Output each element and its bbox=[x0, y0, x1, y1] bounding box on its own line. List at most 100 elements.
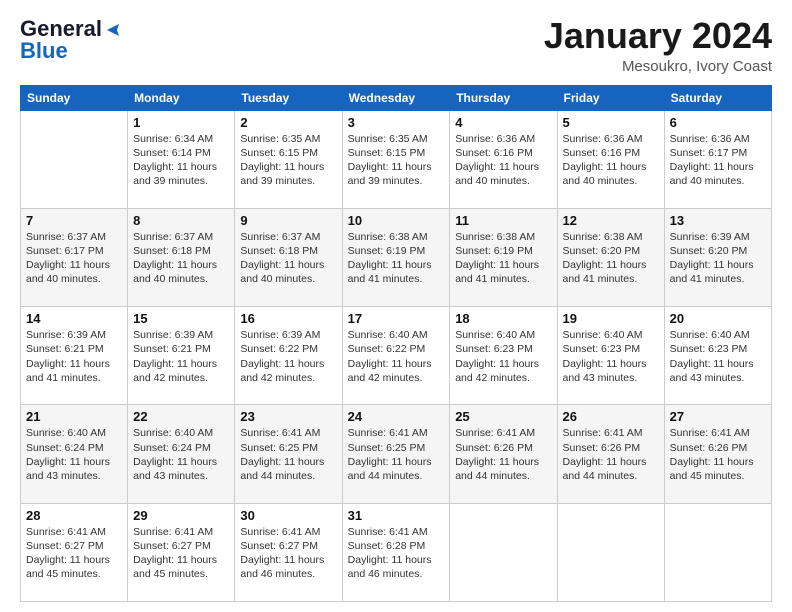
day-info: Sunrise: 6:39 AM Sunset: 6:22 PM Dayligh… bbox=[240, 328, 336, 385]
col-tuesday: Tuesday bbox=[235, 85, 342, 110]
day-number: 21 bbox=[26, 409, 122, 424]
table-row: 6Sunrise: 6:36 AM Sunset: 6:17 PM Daylig… bbox=[664, 110, 771, 208]
day-info: Sunrise: 6:38 AM Sunset: 6:20 PM Dayligh… bbox=[563, 230, 659, 287]
day-number: 27 bbox=[670, 409, 766, 424]
day-number: 16 bbox=[240, 311, 336, 326]
day-number: 2 bbox=[240, 115, 336, 130]
day-number: 11 bbox=[455, 213, 551, 228]
day-info: Sunrise: 6:37 AM Sunset: 6:18 PM Dayligh… bbox=[133, 230, 229, 287]
day-info: Sunrise: 6:40 AM Sunset: 6:23 PM Dayligh… bbox=[563, 328, 659, 385]
table-row: 30 Sunrise: 6:41 AM Sunset: 6:27 PM Dayli… bbox=[235, 503, 342, 601]
day-number: 15 bbox=[133, 311, 229, 326]
calendar-week-row: 14 Sunrise: 6:39 AM Sunset: 6:21 PM Dayli… bbox=[21, 307, 772, 405]
day-info: Sunrise: 6:41 AM Sunset: 6:27 PM Dayligh… bbox=[133, 525, 229, 582]
day-number: 22 bbox=[133, 409, 229, 424]
calendar-header-row: Sunday Monday Tuesday Wednesday Thursday… bbox=[21, 85, 772, 110]
day-info: Sunrise: 6:41 AM Sunset: 6:27 PM Dayligh… bbox=[240, 525, 336, 582]
table-row bbox=[450, 503, 557, 601]
day-info: Sunrise: 6:40 AM Sunset: 6:22 PM Dayligh… bbox=[348, 328, 445, 385]
day-number: 3 bbox=[348, 115, 445, 130]
table-row: 27Sunrise: 6:41 AM Sunset: 6:26 PM Dayli… bbox=[664, 405, 771, 503]
day-number: 17 bbox=[348, 311, 445, 326]
table-row: 22 Sunrise: 6:40 AM Sunset: 6:24 PM Dayli… bbox=[128, 405, 235, 503]
calendar-week-row: 21 Sunrise: 6:40 AM Sunset: 6:24 PM Dayli… bbox=[21, 405, 772, 503]
day-number: 12 bbox=[563, 213, 659, 228]
day-info: Sunrise: 6:40 AM Sunset: 6:24 PM Dayligh… bbox=[133, 426, 229, 483]
title-area: January 2024 Mesoukro, Ivory Coast bbox=[544, 16, 772, 75]
table-row: 29 Sunrise: 6:41 AM Sunset: 6:27 PM Dayli… bbox=[128, 503, 235, 601]
day-info: Sunrise: 6:38 AM Sunset: 6:19 PM Dayligh… bbox=[455, 230, 551, 287]
day-number: 28 bbox=[26, 508, 122, 523]
day-info: Sunrise: 6:37 AM Sunset: 6:18 PM Dayligh… bbox=[240, 230, 336, 287]
table-row bbox=[557, 503, 664, 601]
day-number: 8 bbox=[133, 213, 229, 228]
calendar-table: Sunday Monday Tuesday Wednesday Thursday… bbox=[20, 85, 772, 602]
day-info: Sunrise: 6:40 AM Sunset: 6:24 PM Dayligh… bbox=[26, 426, 122, 483]
table-row: 10Sunrise: 6:38 AM Sunset: 6:19 PM Dayli… bbox=[342, 208, 450, 306]
day-info: Sunrise: 6:36 AM Sunset: 6:16 PM Dayligh… bbox=[563, 132, 659, 189]
table-row: 14 Sunrise: 6:39 AM Sunset: 6:21 PM Dayli… bbox=[21, 307, 128, 405]
day-number: 20 bbox=[670, 311, 766, 326]
day-number: 29 bbox=[133, 508, 229, 523]
col-friday: Friday bbox=[557, 85, 664, 110]
table-row: 25 Sunrise: 6:41 AM Sunset: 6:26 PM Dayli… bbox=[450, 405, 557, 503]
day-info: Sunrise: 6:40 AM Sunset: 6:23 PM Dayligh… bbox=[455, 328, 551, 385]
day-info: Sunrise: 6:41 AM Sunset: 6:25 PM Dayligh… bbox=[348, 426, 445, 483]
col-thursday: Thursday bbox=[450, 85, 557, 110]
table-row: 9 Sunrise: 6:37 AM Sunset: 6:18 PM Daylig… bbox=[235, 208, 342, 306]
logo-icon bbox=[103, 20, 123, 40]
col-wednesday: Wednesday bbox=[342, 85, 450, 110]
day-number: 25 bbox=[455, 409, 551, 424]
table-row: 16 Sunrise: 6:39 AM Sunset: 6:22 PM Dayli… bbox=[235, 307, 342, 405]
table-row bbox=[21, 110, 128, 208]
day-number: 4 bbox=[455, 115, 551, 130]
day-info: Sunrise: 6:39 AM Sunset: 6:21 PM Dayligh… bbox=[26, 328, 122, 385]
day-info: Sunrise: 6:35 AM Sunset: 6:15 PM Dayligh… bbox=[240, 132, 336, 189]
logo: General Blue bbox=[20, 16, 123, 64]
day-number: 7 bbox=[26, 213, 122, 228]
day-info: Sunrise: 6:35 AM Sunset: 6:15 PM Dayligh… bbox=[348, 132, 445, 189]
col-monday: Monday bbox=[128, 85, 235, 110]
day-info: Sunrise: 6:40 AM Sunset: 6:23 PM Dayligh… bbox=[670, 328, 766, 385]
table-row: 11 Sunrise: 6:38 AM Sunset: 6:19 PM Dayli… bbox=[450, 208, 557, 306]
logo-blue: Blue bbox=[20, 38, 68, 64]
table-row: 31 Sunrise: 6:41 AM Sunset: 6:28 PM Dayli… bbox=[342, 503, 450, 601]
table-row: 17 Sunrise: 6:40 AM Sunset: 6:22 PM Dayli… bbox=[342, 307, 450, 405]
table-row: 18 Sunrise: 6:40 AM Sunset: 6:23 PM Dayli… bbox=[450, 307, 557, 405]
day-info: Sunrise: 6:39 AM Sunset: 6:21 PM Dayligh… bbox=[133, 328, 229, 385]
day-info: Sunrise: 6:36 AM Sunset: 6:16 PM Dayligh… bbox=[455, 132, 551, 189]
day-number: 31 bbox=[348, 508, 445, 523]
day-info: Sunrise: 6:41 AM Sunset: 6:26 PM Dayligh… bbox=[455, 426, 551, 483]
day-number: 23 bbox=[240, 409, 336, 424]
day-number: 30 bbox=[240, 508, 336, 523]
day-number: 18 bbox=[455, 311, 551, 326]
day-info: Sunrise: 6:41 AM Sunset: 6:26 PM Dayligh… bbox=[563, 426, 659, 483]
table-row: 28Sunrise: 6:41 AM Sunset: 6:27 PM Dayli… bbox=[21, 503, 128, 601]
month-title: January 2024 bbox=[544, 16, 772, 56]
day-number: 14 bbox=[26, 311, 122, 326]
day-info: Sunrise: 6:39 AM Sunset: 6:20 PM Dayligh… bbox=[670, 230, 766, 287]
calendar-week-row: 1Sunrise: 6:34 AM Sunset: 6:14 PM Daylig… bbox=[21, 110, 772, 208]
table-row: 21 Sunrise: 6:40 AM Sunset: 6:24 PM Dayli… bbox=[21, 405, 128, 503]
table-row: 12 Sunrise: 6:38 AM Sunset: 6:20 PM Dayli… bbox=[557, 208, 664, 306]
table-row: 7Sunrise: 6:37 AM Sunset: 6:17 PM Daylig… bbox=[21, 208, 128, 306]
day-info: Sunrise: 6:34 AM Sunset: 6:14 PM Dayligh… bbox=[133, 132, 229, 189]
table-row bbox=[664, 503, 771, 601]
table-row: 8 Sunrise: 6:37 AM Sunset: 6:18 PM Daylig… bbox=[128, 208, 235, 306]
day-number: 24 bbox=[348, 409, 445, 424]
table-row: 5Sunrise: 6:36 AM Sunset: 6:16 PM Daylig… bbox=[557, 110, 664, 208]
day-number: 9 bbox=[240, 213, 336, 228]
col-saturday: Saturday bbox=[664, 85, 771, 110]
table-row: 19Sunrise: 6:40 AM Sunset: 6:23 PM Dayli… bbox=[557, 307, 664, 405]
table-row: 3 Sunrise: 6:35 AM Sunset: 6:15 PM Daylig… bbox=[342, 110, 450, 208]
day-number: 6 bbox=[670, 115, 766, 130]
table-row: 4 Sunrise: 6:36 AM Sunset: 6:16 PM Daylig… bbox=[450, 110, 557, 208]
page-header: General Blue January 2024 Mesoukro, Ivor… bbox=[20, 16, 772, 75]
day-info: Sunrise: 6:41 AM Sunset: 6:28 PM Dayligh… bbox=[348, 525, 445, 582]
table-row: 23Sunrise: 6:41 AM Sunset: 6:25 PM Dayli… bbox=[235, 405, 342, 503]
day-number: 26 bbox=[563, 409, 659, 424]
col-sunday: Sunday bbox=[21, 85, 128, 110]
table-row: 26 Sunrise: 6:41 AM Sunset: 6:26 PM Dayli… bbox=[557, 405, 664, 503]
day-number: 10 bbox=[348, 213, 445, 228]
table-row: 13Sunrise: 6:39 AM Sunset: 6:20 PM Dayli… bbox=[664, 208, 771, 306]
